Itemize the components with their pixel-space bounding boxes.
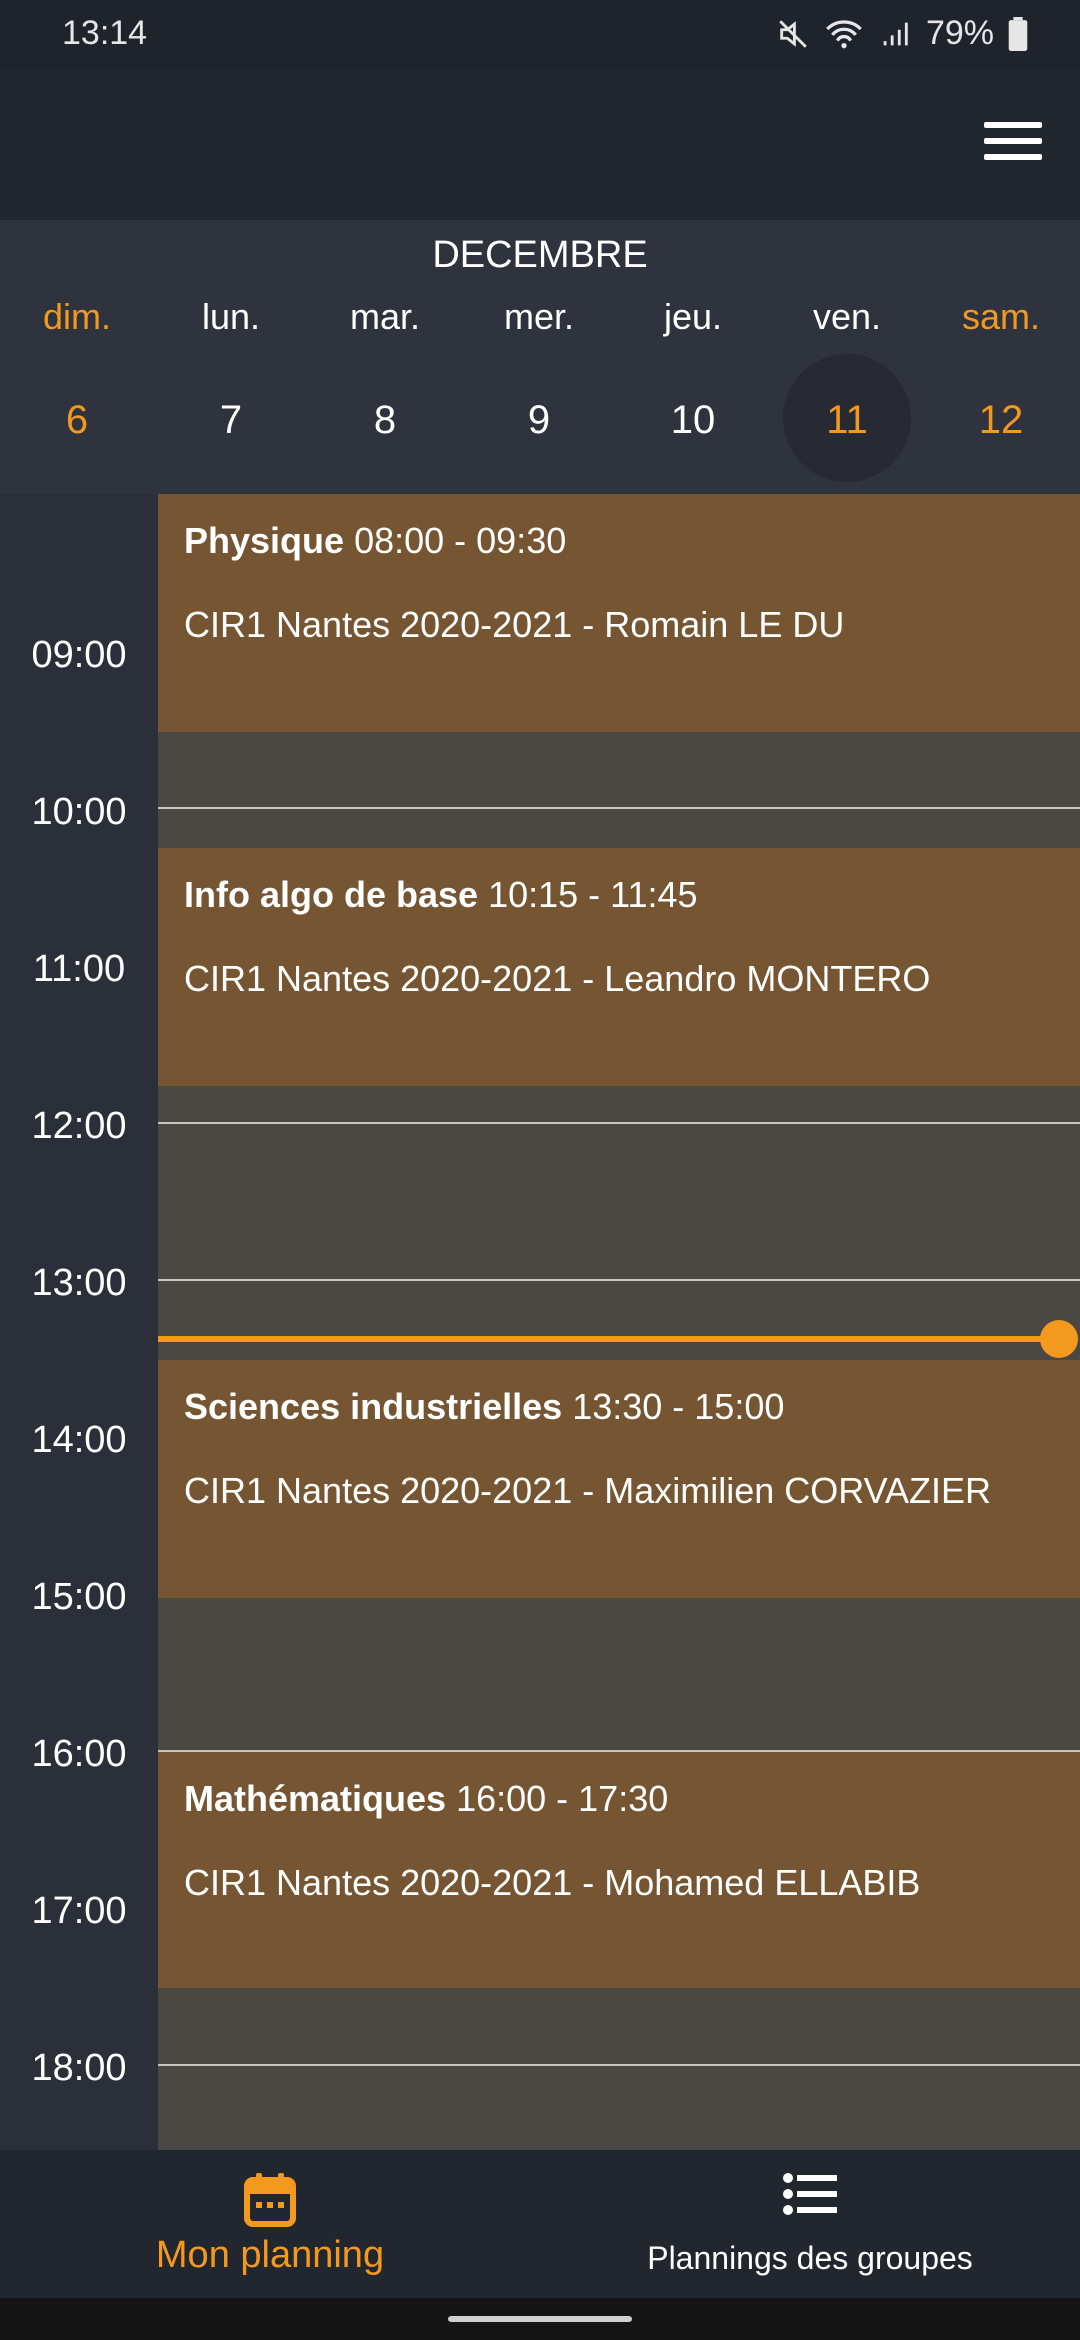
event-time: 16:00 - 17:30 <box>456 1778 669 1819</box>
event-title: Physique <box>184 520 345 561</box>
battery-percent: 79% <box>925 14 994 52</box>
day-friday[interactable]: ven. 11 <box>770 220 924 494</box>
event-description: CIR1 Nantes 2020-2021 - Maximilien CORVA… <box>184 1470 991 1511</box>
day-name: ven. <box>812 296 882 337</box>
day-tuesday[interactable]: mar. 8 <box>308 220 462 494</box>
status-bar: 13:14 79% <box>0 0 1080 70</box>
current-time-dot <box>1040 1320 1078 1358</box>
event-title-line: Info algo de base 10:15 - 11:45 <box>184 874 698 916</box>
event-card[interactable]: Info algo de base 10:15 - 11:45 CIR1 Nan… <box>158 848 1080 1086</box>
event-card[interactable]: Mathématiques 16:00 - 17:30 CIR1 Nantes … <box>158 1752 1080 1988</box>
event-title: Info algo de base <box>184 874 479 915</box>
event-card[interactable]: Physique 08:00 - 09:30 CIR1 Nantes 2020-… <box>158 494 1080 732</box>
calendar-icon <box>244 2173 296 2227</box>
event-time: 08:00 - 09:30 <box>354 520 567 561</box>
status-icons: 79% <box>776 14 1028 53</box>
day-name: jeu. <box>663 296 723 337</box>
event-time: 13:30 - 15:00 <box>572 1386 785 1427</box>
hour-label: 12:00 <box>31 1105 127 1147</box>
day-timeline[interactable]: 09:00 10:00 11:00 12:00 13:00 14:00 15:0… <box>0 494 1080 2150</box>
signal-icon <box>883 22 908 45</box>
day-wednesday[interactable]: mer. 9 <box>462 220 616 494</box>
day-number: 11 <box>826 398 868 442</box>
list-icon <box>783 2173 837 2215</box>
events-grid[interactable]: Physique 08:00 - 09:30 CIR1 Nantes 2020-… <box>158 494 1080 2150</box>
nav-my-planning[interactable]: Mon planning <box>0 2150 540 2298</box>
week-header: DECEMBRE dim. 6 lun. 7 mar. 8 mer. 9 jeu… <box>0 220 1080 494</box>
event-title-line: Physique 08:00 - 09:30 <box>184 520 566 562</box>
hour-line <box>158 1279 1080 1281</box>
day-number: 10 <box>670 398 716 442</box>
app-bar <box>0 70 1080 220</box>
nav-label: Mon planning <box>155 2234 385 2276</box>
nav-label: Plannings des groupes <box>647 2240 973 2276</box>
hour-label: 18:00 <box>31 2047 127 2089</box>
day-number: 6 <box>65 398 89 442</box>
day-number: 8 <box>373 398 397 442</box>
event-description: CIR1 Nantes 2020-2021 - Leandro MONTERO <box>184 958 931 999</box>
nav-group-plannings[interactable]: Plannings des groupes <box>540 2150 1080 2298</box>
event-description: CIR1 Nantes 2020-2021 - Mohamed ELLABIB <box>184 1862 921 1903</box>
day-number: 7 <box>219 398 243 442</box>
hour-line <box>158 1122 1080 1124</box>
event-title-line: Mathématiques 16:00 - 17:30 <box>184 1778 668 1820</box>
day-monday[interactable]: lun. 7 <box>154 220 308 494</box>
day-name: sam. <box>961 296 1040 337</box>
hour-label: 17:00 <box>31 1890 127 1932</box>
time-column: 09:00 10:00 11:00 12:00 13:00 14:00 15:0… <box>0 494 158 2150</box>
day-name: lun. <box>201 296 261 337</box>
day-number: 12 <box>978 398 1024 442</box>
hour-label: 09:00 <box>31 634 127 676</box>
hour-line <box>158 807 1080 809</box>
day-sunday[interactable]: dim. 6 <box>0 220 154 494</box>
day-name: mer. <box>503 296 574 337</box>
day-number: 9 <box>527 398 551 442</box>
hour-label: 15:00 <box>31 1576 127 1618</box>
event-description: CIR1 Nantes 2020-2021 - Romain LE DU <box>184 604 845 645</box>
event-title-line: Sciences industrielles 13:30 - 15:00 <box>184 1386 784 1428</box>
status-time: 13:14 <box>62 14 148 52</box>
day-saturday[interactable]: sam. 12 <box>924 220 1078 494</box>
hour-label: 13:00 <box>31 1262 127 1304</box>
wifi-icon <box>826 19 862 48</box>
event-title: Sciences industrielles <box>184 1386 563 1427</box>
current-time-line <box>158 1336 1060 1342</box>
event-time: 10:15 - 11:45 <box>488 874 698 915</box>
hour-line <box>158 2064 1080 2066</box>
system-navigation-bar <box>0 2298 1080 2340</box>
day-name: dim. <box>42 296 111 337</box>
menu-icon[interactable] <box>984 122 1042 168</box>
hour-label: 11:00 <box>32 948 126 990</box>
home-indicator[interactable] <box>448 2316 632 2322</box>
battery-icon <box>1008 16 1028 51</box>
mute-icon <box>779 19 807 48</box>
event-title: Mathématiques <box>184 1778 447 1819</box>
day-thursday[interactable]: jeu. 10 <box>616 220 770 494</box>
bottom-navigation: Mon planning Plannings des groupes <box>0 2150 1080 2298</box>
hour-label: 16:00 <box>31 1733 127 1775</box>
hour-label: 10:00 <box>31 791 127 833</box>
hour-label: 14:00 <box>31 1419 127 1461</box>
day-name: mar. <box>349 296 420 337</box>
event-card[interactable]: Sciences industrielles 13:30 - 15:00 CIR… <box>158 1360 1080 1598</box>
